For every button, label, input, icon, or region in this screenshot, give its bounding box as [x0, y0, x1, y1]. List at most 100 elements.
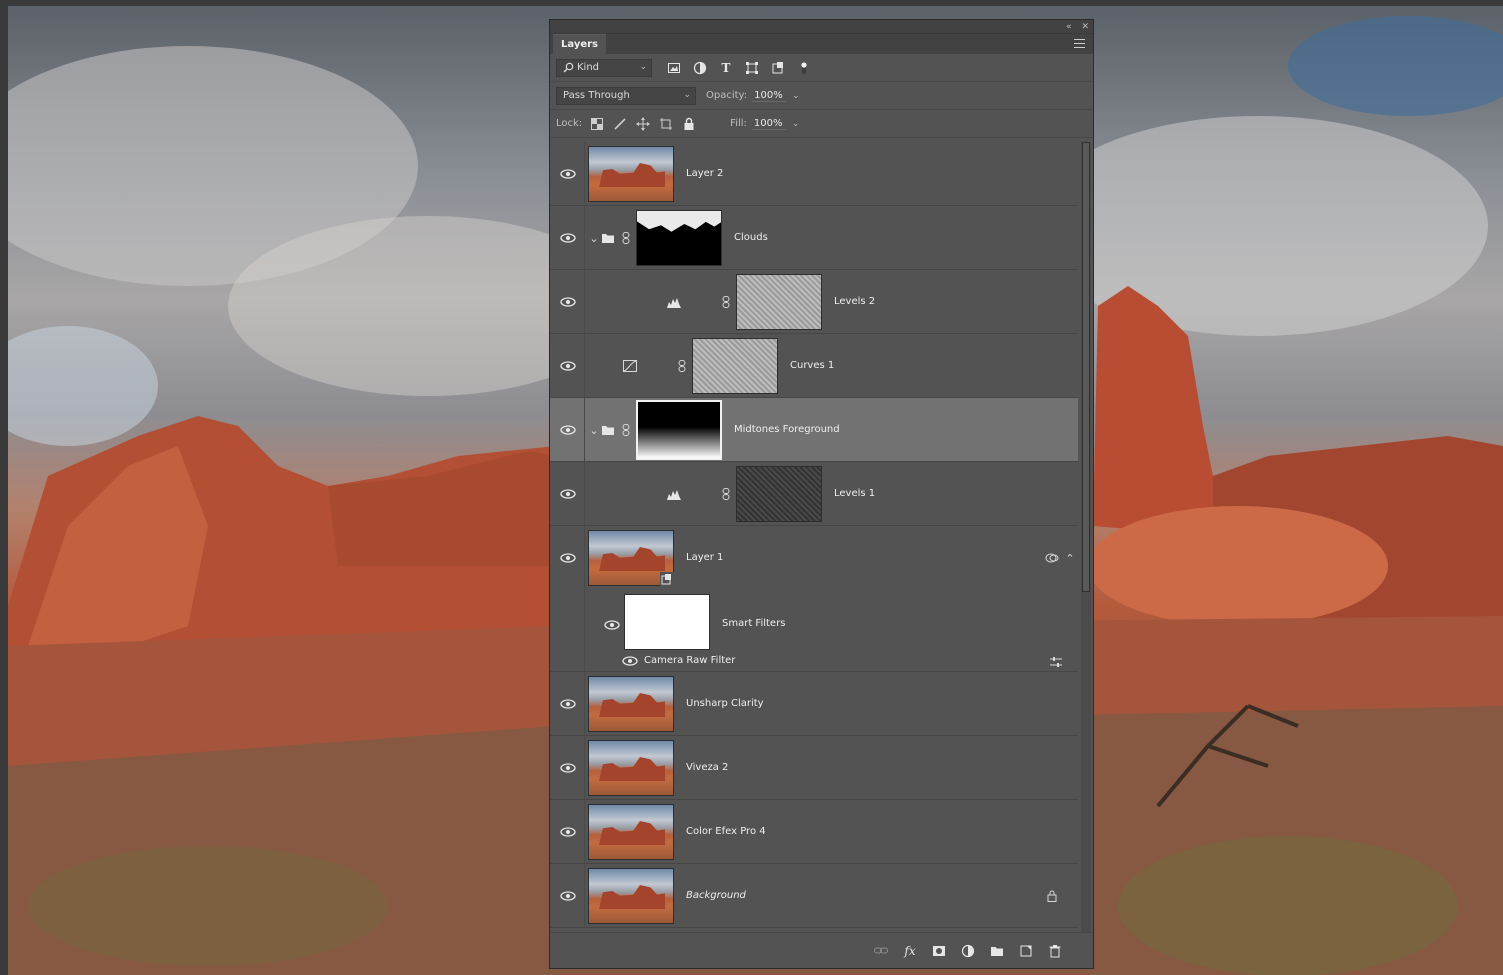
chevron-up-icon[interactable]: ⌃ — [1062, 551, 1078, 565]
layer-name[interactable]: Levels 1 — [834, 488, 875, 499]
background-layer-row[interactable]: Background — [550, 864, 1078, 928]
delete-layer-icon[interactable] — [1047, 943, 1063, 959]
opacity-label: Opacity: — [706, 90, 748, 101]
layer-name[interactable]: Unsharp Clarity — [686, 698, 764, 709]
layer-thumbnail[interactable] — [588, 740, 674, 796]
eye-icon[interactable] — [558, 889, 578, 903]
layer-row[interactable]: Levels 1 — [550, 462, 1078, 526]
blend-row: Pass Through ⌄ Opacity: 100% ⌄ — [550, 82, 1093, 110]
eye-icon[interactable] — [620, 654, 640, 668]
lock-brush-icon[interactable] — [613, 117, 627, 131]
layer-name[interactable]: Curves 1 — [790, 360, 834, 371]
link-icon[interactable] — [618, 231, 634, 245]
link-icon[interactable] — [674, 359, 690, 373]
filter-effects-icon[interactable] — [1044, 551, 1060, 565]
chevron-down-icon: ⌄ — [639, 61, 647, 72]
opacity-input[interactable]: 100% — [752, 90, 787, 102]
eye-icon[interactable] — [558, 231, 578, 245]
close-panel-icon[interactable]: ✕ — [1081, 22, 1089, 32]
folder-icon — [600, 423, 616, 437]
lock-all-icon[interactable] — [682, 117, 696, 131]
layer-thumbnail[interactable] — [588, 146, 674, 202]
filter-blending-options-icon[interactable] — [1048, 655, 1064, 669]
opacity-chevron-icon[interactable]: ⌄ — [792, 91, 800, 101]
eye-icon[interactable] — [558, 359, 578, 373]
layer-row[interactable]: Curves 1 — [550, 334, 1078, 398]
link-layers-icon[interactable] — [873, 943, 889, 959]
smart-object-layer-row[interactable]: Layer 1 ⌃ Smart Filters Camera Raw Filte… — [550, 526, 1078, 672]
fill-label: Fill: — [730, 118, 747, 129]
shape-filter-icon[interactable] — [744, 60, 760, 76]
image-filter-icon[interactable] — [666, 60, 682, 76]
filter-kind-label: Kind — [577, 62, 600, 73]
layer-row[interactable]: Unsharp Clarity — [550, 672, 1078, 736]
filter-kind-select[interactable]: Kind ⌄ — [556, 58, 652, 77]
eye-icon[interactable] — [602, 618, 622, 632]
eye-icon[interactable] — [558, 697, 578, 711]
layer-thumbnail[interactable] — [588, 804, 674, 860]
scrollbar-thumb[interactable] — [1082, 142, 1090, 592]
adjustment-filter-icon[interactable] — [692, 60, 708, 76]
lock-move-icon[interactable] — [636, 116, 651, 131]
lock-row: Lock: Fill: 100% ⌄ — [550, 110, 1093, 138]
layer-thumbnail[interactable] — [588, 868, 674, 924]
layer-row[interactable]: Layer 2 — [550, 142, 1078, 206]
layer-row[interactable]: Color Efex Pro 4 — [550, 800, 1078, 864]
levels-adjustment-icon[interactable] — [666, 295, 682, 309]
fill-chevron-icon[interactable]: ⌄ — [792, 119, 800, 129]
collapse-panel-icon[interactable]: « — [1066, 22, 1072, 32]
link-icon[interactable] — [718, 487, 734, 501]
layer-name[interactable]: Layer 2 — [686, 168, 723, 179]
layer-name[interactable]: Viveza 2 — [686, 762, 728, 773]
panel-menu-icon[interactable] — [1074, 39, 1085, 48]
layer-name[interactable]: Background — [686, 890, 746, 901]
lock-artboard-icon[interactable] — [659, 117, 673, 131]
levels-adjustment-icon[interactable] — [666, 487, 682, 501]
eye-icon[interactable] — [558, 487, 578, 501]
eye-icon[interactable] — [558, 423, 578, 437]
layers-panel: « ✕ Layers Kind ⌄ T Pass Through ⌄ Opaci… — [549, 19, 1094, 969]
layer-name[interactable]: Midtones Foreground — [734, 424, 840, 435]
layer-row[interactable]: Levels 2 — [550, 270, 1078, 334]
fill-input[interactable]: 100% — [751, 118, 786, 130]
filter-toggle-icon[interactable] — [796, 60, 812, 76]
layer-name[interactable]: Color Efex Pro 4 — [686, 826, 766, 837]
layer-mask-thumbnail[interactable] — [736, 466, 822, 522]
layer-list-scrollbar[interactable] — [1081, 142, 1091, 932]
blend-mode-label: Pass Through — [563, 90, 630, 101]
fx-icon[interactable]: fx — [902, 943, 918, 959]
type-filter-icon[interactable]: T — [718, 60, 734, 76]
link-icon[interactable] — [618, 423, 634, 437]
eye-icon[interactable] — [558, 167, 578, 181]
smart-filter-mask-thumbnail[interactable] — [624, 594, 710, 650]
layer-row[interactable]: Viveza 2 — [550, 736, 1078, 800]
smart-filters-label[interactable]: Smart Filters — [722, 618, 785, 629]
layer-mask-thumbnail[interactable] — [736, 274, 822, 330]
filter-name[interactable]: Camera Raw Filter — [644, 655, 735, 666]
layer-thumbnail[interactable] — [588, 676, 674, 732]
new-layer-icon[interactable] — [1018, 943, 1034, 959]
smart-object-filter-icon[interactable] — [770, 60, 786, 76]
eye-icon[interactable] — [558, 825, 578, 839]
folder-icon — [600, 231, 616, 245]
layer-group-row[interactable]: ⌄ Clouds — [550, 206, 1078, 270]
eye-icon[interactable] — [558, 761, 578, 775]
eye-icon[interactable] — [558, 295, 578, 309]
layer-group-row[interactable]: ⌄ Midtones Foreground — [550, 398, 1078, 462]
layer-mask-thumbnail[interactable] — [636, 400, 722, 460]
add-mask-icon[interactable] — [931, 943, 947, 959]
layer-name[interactable]: Clouds — [734, 232, 768, 243]
link-icon[interactable] — [718, 295, 734, 309]
tab-layers[interactable]: Layers — [553, 34, 606, 54]
lock-transparent-icon[interactable] — [590, 117, 604, 131]
curves-adjustment-icon[interactable] — [622, 359, 638, 373]
layer-mask-thumbnail[interactable] — [692, 338, 778, 394]
layer-name[interactable]: Levels 2 — [834, 296, 875, 307]
eye-icon[interactable] — [558, 551, 578, 565]
blend-mode-select[interactable]: Pass Through ⌄ — [556, 86, 696, 105]
new-adjustment-icon[interactable] — [960, 943, 976, 959]
new-group-icon[interactable] — [989, 943, 1005, 959]
layer-name[interactable]: Layer 1 — [686, 552, 723, 563]
lock-icon — [1044, 889, 1060, 903]
layer-mask-thumbnail[interactable] — [636, 210, 722, 266]
